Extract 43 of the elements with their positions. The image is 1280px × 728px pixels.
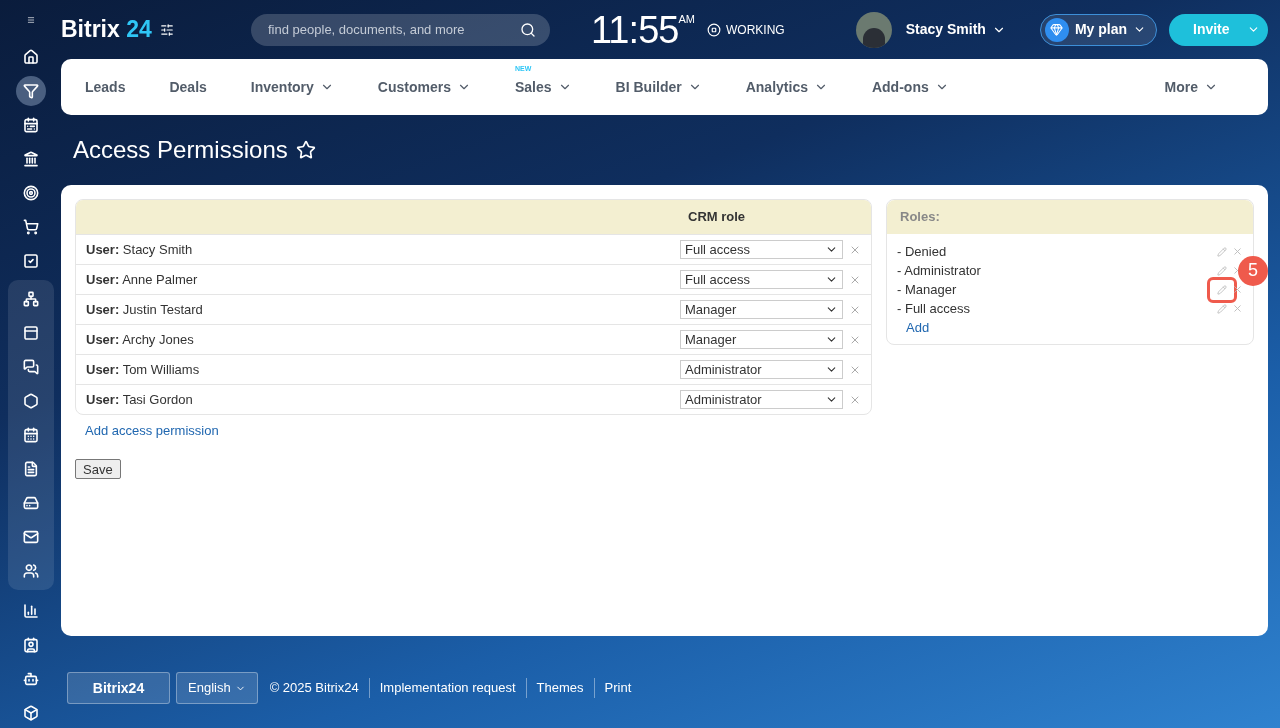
language-select[interactable]: English: [176, 672, 258, 704]
user-cell-text: User: Stacy Smith: [86, 240, 194, 259]
role-name: - Denied: [897, 242, 948, 261]
user-cell-text: User: Tom Williams: [86, 360, 201, 379]
role-name: - Manager: [897, 280, 958, 299]
nav-item[interactable]: Customers: [377, 76, 471, 98]
user-cell-text: User: Archy Jones: [86, 330, 195, 349]
nav-item[interactable]: Add-ons: [871, 76, 949, 98]
nav-item[interactable]: Analytics: [745, 76, 828, 98]
bitrix-logo-button[interactable]: Bitrix24: [67, 672, 170, 704]
user-cell-text: User: Anne Palmer: [86, 270, 199, 289]
role-select[interactable]: Administrator: [680, 390, 843, 409]
work-status[interactable]: WORKING: [707, 20, 785, 39]
copyright-text: © 2025 Bitrix24: [269, 679, 360, 698]
plan-button[interactable]: My plan: [1039, 13, 1157, 46]
logo: Bitrix 24: [61, 15, 152, 45]
footer-link[interactable]: Implementation request: [368, 678, 526, 698]
clock-suffix: AM: [678, 11, 696, 25]
role-select[interactable]: Full access: [680, 240, 843, 259]
nav-item[interactable]: Leads: [85, 76, 126, 98]
nav-item[interactable]: Deals: [169, 76, 207, 98]
user-cell-text: User: Tasi Gordon: [86, 390, 194, 409]
add-role-link[interactable]: Add: [906, 318, 1243, 338]
page-title: Access Permissions: [73, 135, 288, 165]
clock: 11:55: [591, 10, 679, 49]
step-badge: 5: [1238, 255, 1268, 286]
column-header: CRM role: [688, 208, 746, 227]
footer-link[interactable]: Themes: [525, 678, 594, 698]
role-select[interactable]: Administrator: [680, 360, 843, 379]
role-name: - Full access: [897, 299, 971, 318]
nav-more[interactable]: More: [1164, 76, 1218, 98]
footer-link[interactable]: Print: [593, 678, 642, 698]
role-select[interactable]: Manager: [680, 330, 843, 349]
user-cell-text: User: Justin Testard: [86, 300, 204, 319]
user-menu[interactable]: Stacy Smith: [905, 19, 1006, 40]
save-button[interactable]: Save: [75, 458, 121, 479]
nav-item[interactable]: BI Builder: [615, 76, 702, 98]
role-select[interactable]: Full access: [680, 270, 843, 289]
add-permission-link[interactable]: Add access permission: [85, 421, 872, 441]
roles-title: Roles:: [900, 208, 940, 227]
role-name: - Administrator: [897, 261, 982, 280]
nav-item[interactable]: Inventory: [250, 76, 334, 98]
role-select[interactable]: Manager: [680, 300, 843, 319]
